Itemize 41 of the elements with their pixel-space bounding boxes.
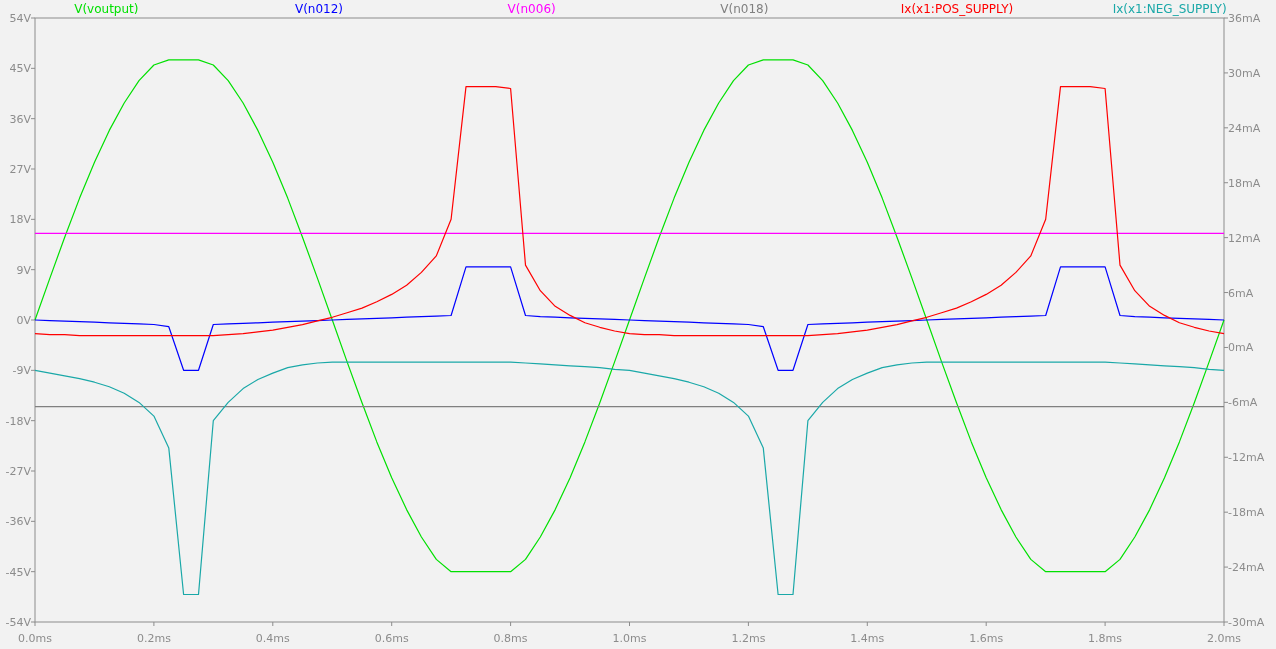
trace-legend[interactable]: Ix(x1:POS_SUPPLY) — [900, 2, 1014, 16]
y-tick-label: 36V — [9, 112, 31, 126]
right-y-tick-label: -6mA — [1228, 396, 1258, 410]
right-y-tick-label: 0mA — [1228, 341, 1254, 355]
y-tick-label: -27V — [5, 465, 31, 478]
right-y-tick-label: 6mA — [1228, 286, 1254, 300]
right-y-tick-label: -12mA — [1228, 451, 1265, 465]
x-tick-label: 1.4ms — [850, 632, 885, 645]
right-y-tick-label: -18mA — [1228, 506, 1265, 520]
x-tick-label: 0.6ms — [374, 632, 409, 645]
y-tick-label: 0V — [16, 314, 31, 327]
x-tick-label: 2.0ms — [1207, 632, 1241, 645]
y-tick-label: -54V — [5, 616, 31, 629]
y-tick-label: 45V — [9, 62, 31, 76]
trace-legend[interactable]: V(n012) — [294, 2, 344, 16]
x-tick-label: 1.6ms — [969, 632, 1004, 645]
y-tick-label: -36V — [5, 515, 31, 529]
y-tick-label: 9V — [16, 263, 31, 277]
x-tick-label: 0.4ms — [255, 632, 290, 645]
trace-legend[interactable]: V(n006) — [507, 2, 556, 16]
x-tick-label: 0.2ms — [136, 632, 171, 645]
x-tick-label: 1.2ms — [731, 632, 766, 645]
right-y-tick-label: 36mA — [1228, 12, 1261, 25]
trace-legend[interactable]: V(n018) — [720, 2, 769, 16]
right-y-tick-label: -30mA — [1228, 616, 1265, 629]
right-y-tick-label: 30mA — [1228, 66, 1261, 80]
y-tick-label: -9V — [12, 364, 31, 378]
x-tick-label: 1.0ms — [612, 632, 647, 645]
y-tick-label: 18V — [9, 213, 31, 227]
y-tick-label: 54V — [9, 12, 31, 25]
right-y-tick-label: 24mA — [1228, 121, 1261, 135]
y-tick-label: -45V — [5, 565, 31, 579]
x-tick-label: 0.8ms — [493, 632, 528, 645]
trace-legend[interactable]: Ix(x1:NEG_SUPPLY) — [1112, 2, 1227, 16]
right-y-tick-label: -24mA — [1228, 561, 1265, 575]
right-y-tick-label: 12mA — [1228, 231, 1261, 245]
x-tick-label: 1.8ms — [1088, 632, 1123, 645]
right-y-tick-label: 18mA — [1228, 176, 1261, 190]
x-tick-label: 0.0ms — [18, 632, 52, 645]
y-tick-label: 27V — [9, 163, 31, 176]
y-tick-label: -18V — [5, 414, 31, 428]
